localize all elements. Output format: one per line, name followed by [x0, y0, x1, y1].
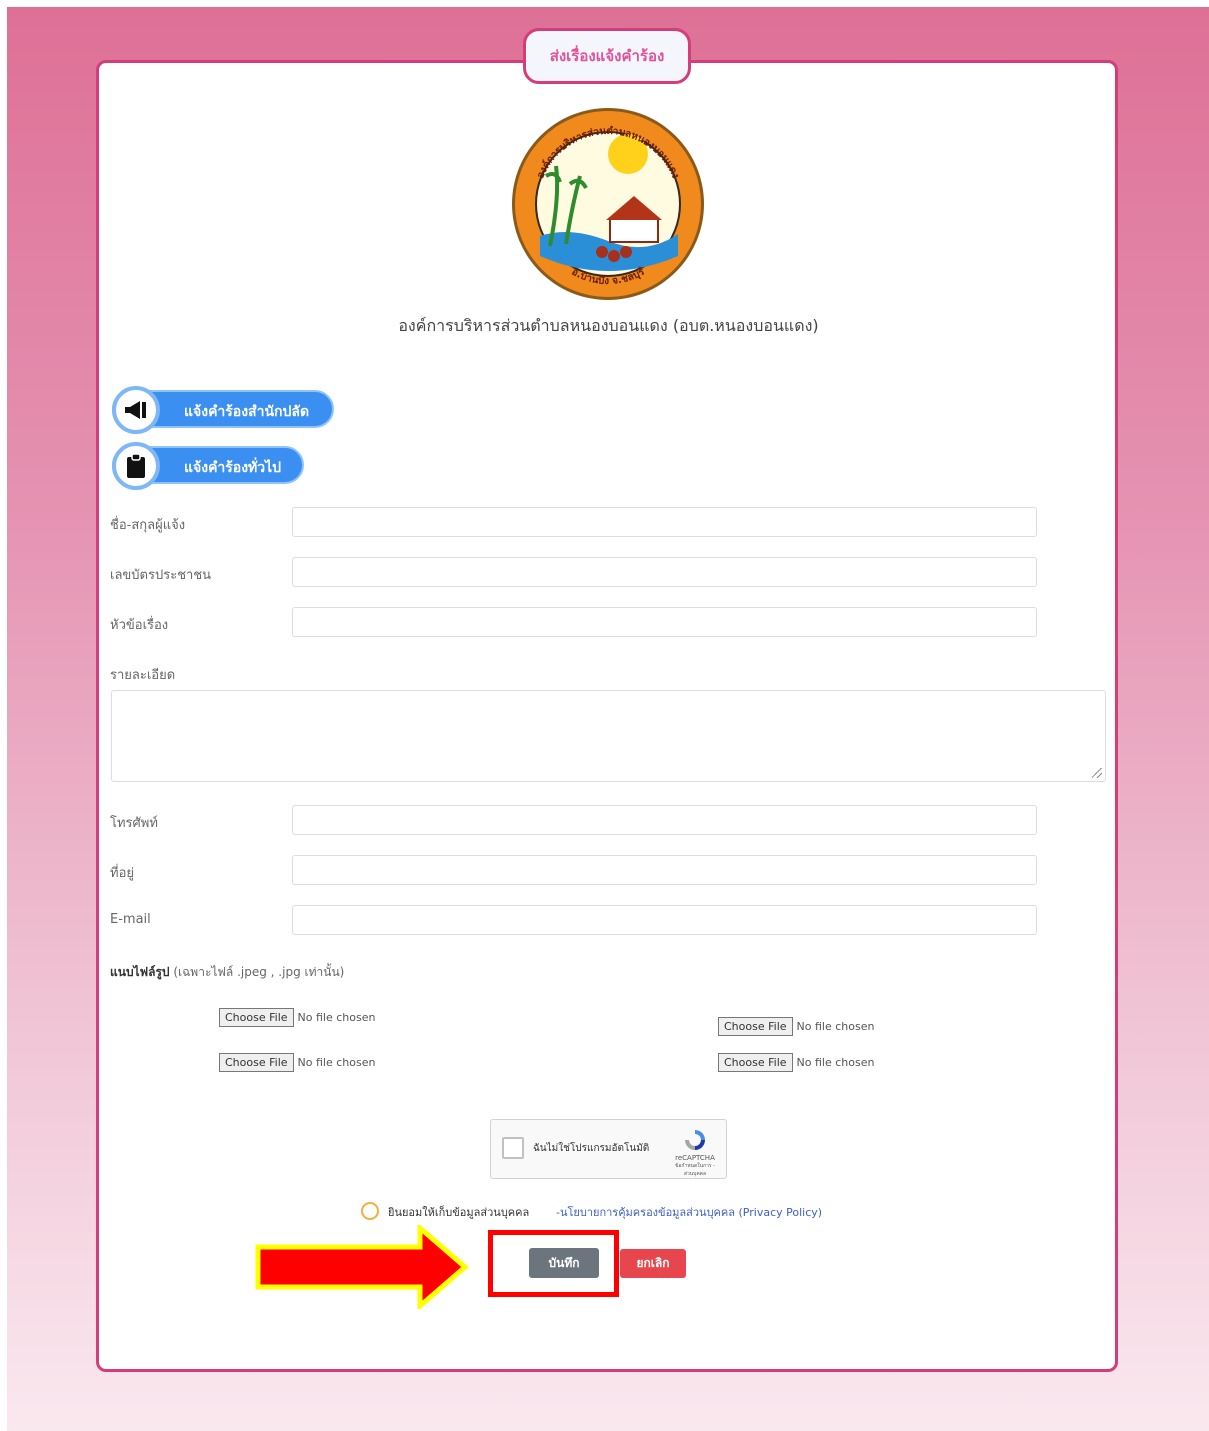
category-button-general-label: แจ้งคำร้องทั่วไป	[184, 460, 282, 476]
file-status: No file chosen	[796, 1056, 875, 1069]
name-label: ชื่อ-สกุลผู้แจ้ง	[110, 518, 186, 533]
upload-label: แนบไฟล์รูป (เฉพาะไฟล์ .jpeg , .jpg เท่าน…	[110, 963, 344, 982]
organization-name: องค์การบริหารส่วนตำบลหนองบอนแดง (อบต.หนอ…	[398, 316, 819, 335]
file-input-1[interactable]: Choose File No file chosen	[219, 1008, 375, 1027]
recaptcha-label: ฉันไม่ใช่โปรแกรมอัตโนมัติ	[533, 1143, 650, 1154]
resize-grip-icon[interactable]	[1092, 768, 1102, 778]
category-button-office[interactable]: แจ้งคำร้องสำนักปลัด	[112, 386, 334, 434]
file-input-4[interactable]: Choose File No file chosen	[718, 1053, 874, 1072]
megaphone-icon	[112, 386, 160, 434]
recaptcha-links[interactable]: ข้อกำหนดในการ - ส่วนบุคคล	[673, 1162, 717, 1178]
recaptcha-logo: reCAPTCHA ข้อกำหนดในการ - ส่วนบุคคล	[673, 1128, 717, 1178]
name-input[interactable]	[292, 507, 1037, 537]
phone-label: โทรศัพท์	[110, 816, 158, 831]
category-button-office-label: แจ้งคำร้องสำนักปลัด	[184, 404, 310, 420]
id-number-input[interactable]	[292, 557, 1037, 587]
file-status: No file chosen	[297, 1011, 376, 1024]
privacy-policy-link[interactable]: -นโยบายการคุ้มครองข้อมูลส่วนบุคคล (Priva…	[556, 1203, 822, 1221]
subject-label: หัวข้อเรื่อง	[110, 618, 169, 633]
cancel-button[interactable]: ยกเลิก	[620, 1249, 686, 1278]
file-status: No file chosen	[297, 1056, 376, 1069]
recaptcha-icon	[685, 1130, 705, 1150]
upload-label-title: แนบไฟล์รูป	[110, 965, 170, 979]
address-label: ที่อยู่	[110, 866, 134, 881]
clipboard-icon	[112, 442, 160, 490]
phone-input[interactable]	[292, 805, 1037, 835]
email-input[interactable]	[292, 905, 1037, 935]
address-input[interactable]	[292, 855, 1037, 885]
id-number-label: เลขบัตรประชาชน	[110, 568, 212, 583]
organization-logo: องค์การบริหารส่วนตำบลหนองบอนแดง อ.บ้านบึ…	[512, 108, 704, 300]
email-label: E-mail	[110, 912, 151, 927]
detail-label: รายละเอียด	[110, 668, 176, 683]
choose-file-button[interactable]: Choose File	[718, 1017, 793, 1036]
consent-label: ยินยอมให้เก็บข้อมูลส่วนบุคคล	[388, 1206, 530, 1219]
file-status: No file chosen	[796, 1020, 875, 1033]
annotation-arrow-icon	[255, 1225, 469, 1309]
recaptcha-checkbox[interactable]	[502, 1137, 524, 1159]
page-title: ส่งเรื่องแจ้งคำร้อง	[523, 28, 691, 84]
subject-input[interactable]	[292, 607, 1037, 637]
choose-file-button[interactable]: Choose File	[718, 1053, 793, 1072]
choose-file-button[interactable]: Choose File	[219, 1053, 294, 1072]
file-input-3[interactable]: Choose File No file chosen	[219, 1053, 375, 1072]
choose-file-button[interactable]: Choose File	[219, 1008, 294, 1027]
recaptcha-widget: ฉันไม่ใช่โปรแกรมอัตโนมัติ reCAPTCHA ข้อก…	[490, 1119, 727, 1179]
consent-radio[interactable]	[361, 1202, 379, 1220]
category-button-general[interactable]: แจ้งคำร้องทั่วไป	[112, 442, 304, 490]
detail-textarea[interactable]	[111, 690, 1106, 782]
save-button[interactable]: บันทึก	[529, 1248, 599, 1278]
file-input-2[interactable]: Choose File No file chosen	[718, 1017, 874, 1036]
recaptcha-brand: reCAPTCHA	[675, 1154, 715, 1162]
upload-hint: (เฉพาะไฟล์ .jpeg , .jpg เท่านั้น)	[173, 965, 345, 979]
